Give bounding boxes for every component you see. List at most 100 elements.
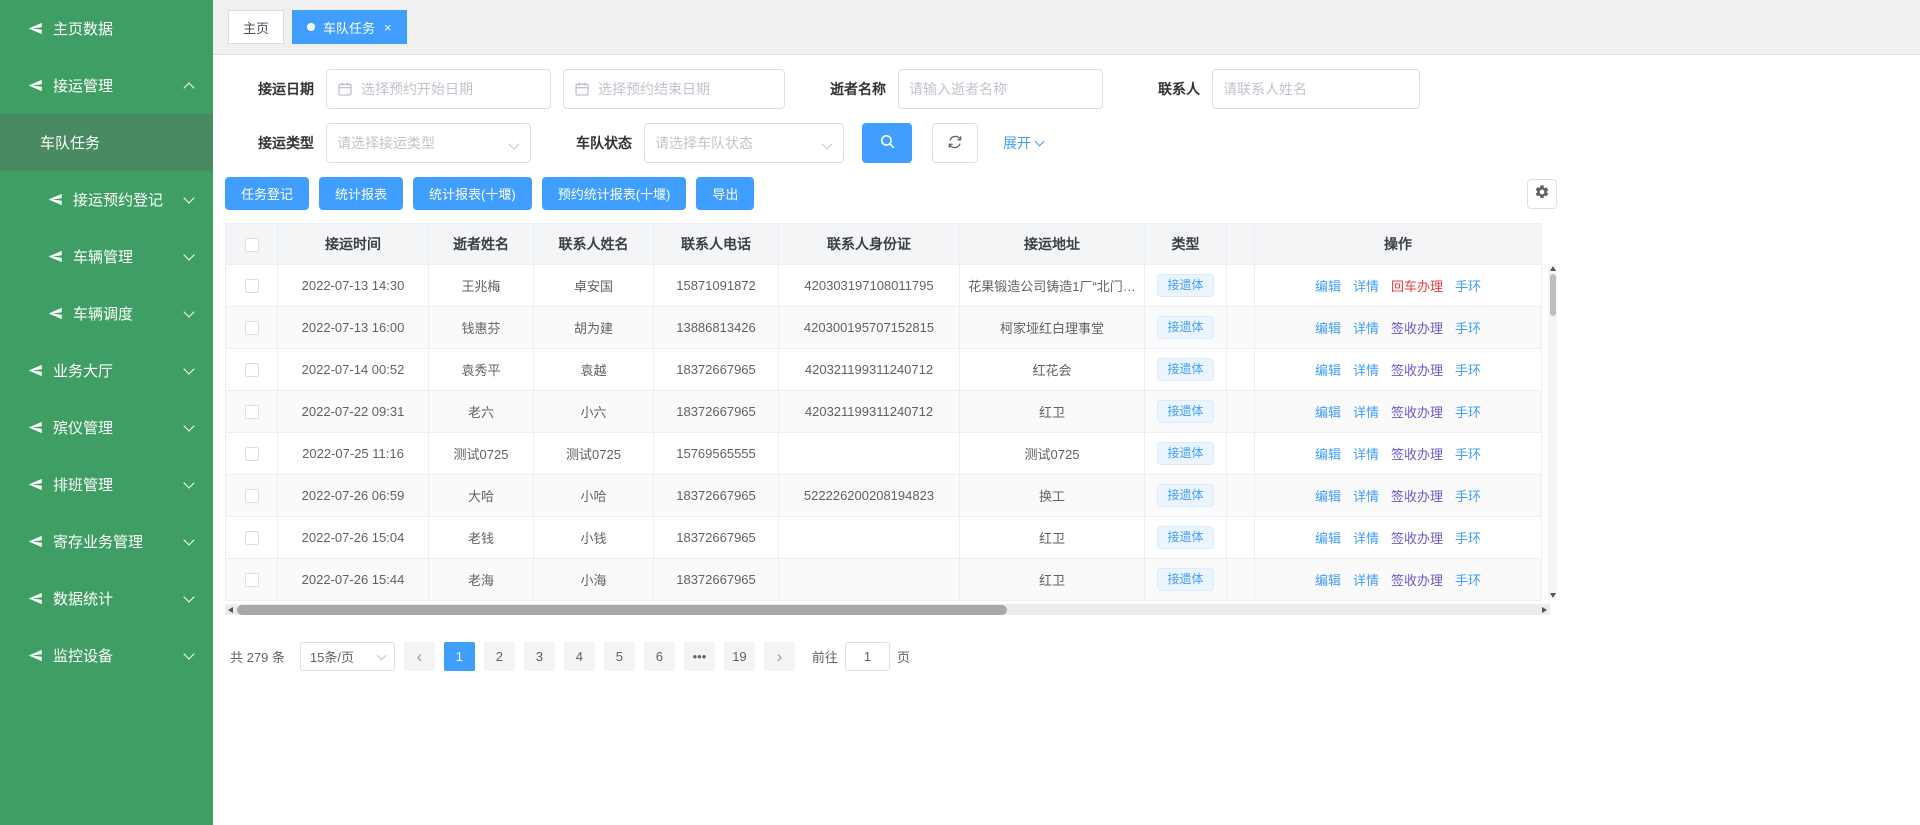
action-link[interactable]: 回车办理 — [1391, 279, 1443, 294]
active-tab-dot-icon — [307, 23, 315, 31]
date-start-input[interactable] — [327, 70, 550, 108]
vertical-scrollbar-thumb[interactable] — [1550, 274, 1556, 316]
sidebar-item[interactable]: 车队任务 — [0, 114, 213, 171]
action-link[interactable]: 手环 — [1455, 489, 1481, 504]
horizontal-scrollbar-thumb[interactable] — [237, 605, 1007, 615]
search-button[interactable] — [862, 123, 912, 163]
sidebar-item[interactable]: 殡仪管理 — [0, 399, 213, 456]
page-button[interactable]: 19 — [724, 642, 755, 671]
sidebar-item[interactable]: 车辆管理 — [0, 228, 213, 285]
action-link[interactable]: 编辑 — [1315, 573, 1341, 588]
next-page-button[interactable]: › — [764, 642, 795, 671]
action-link[interactable]: 编辑 — [1315, 321, 1341, 336]
date-end-input[interactable] — [564, 70, 784, 108]
action-link[interactable]: 详情 — [1353, 363, 1379, 378]
date-end-picker[interactable] — [563, 69, 785, 109]
expand-link[interactable]: 展开 — [1003, 133, 1043, 153]
sidebar-item[interactable]: 业务大厅 — [0, 342, 213, 399]
sidebar-item[interactable]: 排班管理 — [0, 456, 213, 513]
refresh-button[interactable] — [932, 123, 978, 163]
action-link[interactable]: 详情 — [1353, 279, 1379, 294]
deceased-name-input[interactable] — [899, 70, 1102, 108]
row-checkbox[interactable] — [245, 447, 259, 461]
action-link[interactable]: 详情 — [1353, 447, 1379, 462]
export-button[interactable]: 导出 — [696, 177, 754, 210]
sidebar: 主页数据接运管理车队任务接运预约登记车辆管理车辆调度业务大厅殡仪管理排班管理寄存… — [0, 0, 213, 825]
action-link[interactable]: 手环 — [1455, 573, 1481, 588]
row-checkbox[interactable] — [245, 279, 259, 293]
action-link[interactable]: 签收办理 — [1391, 489, 1443, 504]
action-link[interactable]: 编辑 — [1315, 405, 1341, 420]
contact-name-input[interactable] — [1213, 70, 1419, 108]
sidebar-item[interactable]: 接运管理 — [0, 57, 213, 114]
action-link[interactable]: 手环 — [1455, 279, 1481, 294]
action-link[interactable]: 详情 — [1353, 405, 1379, 420]
page-size-select[interactable]: 15条/页 — [300, 642, 395, 671]
stats-report-shiyan-button[interactable]: 统计报表(十堰) — [413, 177, 532, 210]
page-button[interactable]: 2 — [484, 642, 515, 671]
sidebar-item[interactable]: 主页数据 — [0, 0, 213, 57]
action-link[interactable]: 手环 — [1455, 363, 1481, 378]
row-checkbox[interactable] — [245, 489, 259, 503]
table-settings-button[interactable] — [1527, 179, 1557, 209]
page-button[interactable]: 1 — [444, 642, 475, 671]
row-checkbox[interactable] — [245, 363, 259, 377]
sidebar-item[interactable]: 接运预约登记 — [0, 171, 213, 228]
horizontal-scrollbar[interactable] — [225, 604, 1550, 615]
select-all-header — [226, 224, 278, 265]
transport-type-select[interactable] — [326, 123, 531, 163]
fleet-status-input[interactable] — [645, 124, 843, 162]
booking-stats-report-shiyan-button[interactable]: 预约统计报表(十堰) — [542, 177, 687, 210]
fleet-status-select[interactable] — [644, 123, 844, 163]
action-link[interactable]: 编辑 — [1315, 489, 1341, 504]
prev-page-button[interactable]: ‹ — [404, 642, 435, 671]
action-link[interactable]: 编辑 — [1315, 447, 1341, 462]
page-button[interactable]: 5 — [604, 642, 635, 671]
stats-report-button[interactable]: 统计报表 — [319, 177, 403, 210]
cell-contact-phone: 18372667965 — [654, 475, 779, 517]
action-link[interactable]: 详情 — [1353, 531, 1379, 546]
page-ellipsis[interactable]: ••• — [684, 642, 715, 671]
row-checkbox[interactable] — [245, 573, 259, 587]
row-checkbox[interactable] — [245, 405, 259, 419]
action-link[interactable]: 签收办理 — [1391, 363, 1443, 378]
transport-type-input[interactable] — [327, 124, 530, 162]
row-checkbox[interactable] — [245, 321, 259, 335]
action-link[interactable]: 签收办理 — [1391, 405, 1443, 420]
cell-type: 接遗体 — [1145, 433, 1227, 475]
sidebar-item[interactable]: 寄存业务管理 — [0, 513, 213, 570]
sidebar-item[interactable]: 监控设备 — [0, 627, 213, 684]
action-link[interactable]: 签收办理 — [1391, 321, 1443, 336]
goto-page-input[interactable] — [845, 642, 890, 671]
action-link[interactable]: 手环 — [1455, 531, 1481, 546]
gear-icon — [1534, 184, 1550, 203]
action-link[interactable]: 编辑 — [1315, 279, 1341, 294]
date-start-picker[interactable] — [326, 69, 551, 109]
action-link[interactable]: 手环 — [1455, 405, 1481, 420]
page-button[interactable]: 3 — [524, 642, 555, 671]
action-link[interactable]: 详情 — [1353, 321, 1379, 336]
task-register-button[interactable]: 任务登记 — [225, 177, 309, 210]
action-link[interactable]: 签收办理 — [1391, 573, 1443, 588]
page-button[interactable]: 4 — [564, 642, 595, 671]
row-checkbox[interactable] — [245, 531, 259, 545]
tab-home[interactable]: 主页 — [228, 10, 284, 44]
action-link[interactable]: 手环 — [1455, 321, 1481, 336]
action-link[interactable]: 编辑 — [1315, 531, 1341, 546]
sidebar-item[interactable]: 数据统计 — [0, 570, 213, 627]
page-button[interactable]: 6 — [644, 642, 675, 671]
action-link[interactable]: 签收办理 — [1391, 447, 1443, 462]
action-link[interactable]: 详情 — [1353, 573, 1379, 588]
select-all-checkbox[interactable] — [245, 238, 259, 252]
action-link[interactable]: 手环 — [1455, 447, 1481, 462]
filter-row-2: 接运类型 车队状态 — [258, 123, 1920, 163]
vertical-scrollbar[interactable] — [1548, 264, 1557, 600]
tab-fleet-tasks[interactable]: 车队任务 × — [292, 10, 407, 44]
close-tab-icon[interactable]: × — [384, 20, 392, 35]
sidebar-menu: 主页数据接运管理车队任务接运预约登记车辆管理车辆调度业务大厅殡仪管理排班管理寄存… — [0, 0, 213, 684]
table-row: 2022-07-25 11:16测试0725测试072515769565555测… — [226, 433, 1542, 475]
action-link[interactable]: 编辑 — [1315, 363, 1341, 378]
action-link[interactable]: 详情 — [1353, 489, 1379, 504]
action-link[interactable]: 签收办理 — [1391, 531, 1443, 546]
sidebar-item[interactable]: 车辆调度 — [0, 285, 213, 342]
